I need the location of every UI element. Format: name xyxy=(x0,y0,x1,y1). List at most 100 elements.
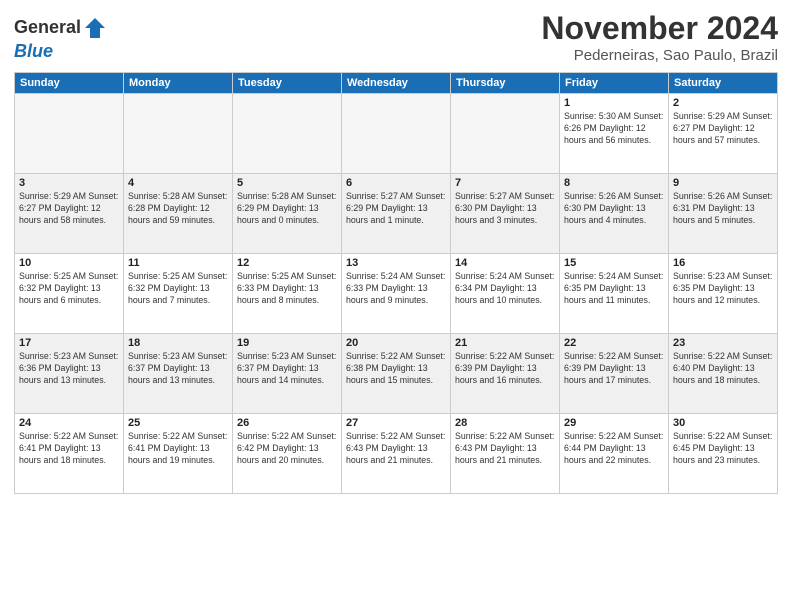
day-info: Sunrise: 5:23 AM Sunset: 6:37 PM Dayligh… xyxy=(237,351,337,387)
logo: General Blue xyxy=(14,14,109,62)
day-number: 5 xyxy=(237,177,337,189)
day-info: Sunrise: 5:22 AM Sunset: 6:43 PM Dayligh… xyxy=(346,431,446,467)
day-number: 8 xyxy=(564,177,664,189)
calendar-week-0: 1 Sunrise: 5:30 AM Sunset: 6:26 PM Daylig… xyxy=(15,94,778,174)
day-info: Sunrise: 5:22 AM Sunset: 6:43 PM Dayligh… xyxy=(455,431,555,467)
day-number: 27 xyxy=(346,417,446,429)
day-number: 6 xyxy=(346,177,446,189)
calendar-cell: 29Sunrise: 5:22 AM Sunset: 6:44 PM Dayli… xyxy=(560,414,669,494)
day-info: Sunrise: 5:22 AM Sunset: 6:39 PM Dayligh… xyxy=(455,351,555,387)
day-number: 3 xyxy=(19,177,119,189)
day-info: Sunrise: 5:23 AM Sunset: 6:37 PM Dayligh… xyxy=(128,351,228,387)
day-number: 23 xyxy=(673,337,773,349)
calendar-cell: 6 Sunrise: 5:27 AM Sunset: 6:29 PM Daylig… xyxy=(342,174,451,254)
day-number: 20 xyxy=(346,337,446,349)
day-info: Sunrise: 5:22 AM Sunset: 6:39 PM Dayligh… xyxy=(564,351,664,387)
calendar-cell: 15Sunrise: 5:24 AM Sunset: 6:35 PM Dayli… xyxy=(560,254,669,334)
day-number: 28 xyxy=(455,417,555,429)
day-number: 19 xyxy=(237,337,337,349)
day-number: 10 xyxy=(19,257,119,269)
location-title: Pederneiras, Sao Paulo, Brazil xyxy=(541,47,778,64)
calendar-cell: 17Sunrise: 5:23 AM Sunset: 6:36 PM Dayli… xyxy=(15,334,124,414)
day-info: Sunrise: 5:26 AM Sunset: 6:31 PM Dayligh… xyxy=(673,191,773,227)
day-number: 7 xyxy=(455,177,555,189)
calendar-cell xyxy=(233,94,342,174)
calendar-cell: 2 Sunrise: 5:29 AM Sunset: 6:27 PM Daylig… xyxy=(669,94,778,174)
day-info: Sunrise: 5:22 AM Sunset: 6:40 PM Dayligh… xyxy=(673,351,773,387)
day-info: Sunrise: 5:22 AM Sunset: 6:41 PM Dayligh… xyxy=(128,431,228,467)
day-number: 15 xyxy=(564,257,664,269)
day-number: 11 xyxy=(128,257,228,269)
calendar-cell: 16 Sunrise: 5:23 AM Sunset: 6:35 PM Dayli… xyxy=(669,254,778,334)
calendar-cell xyxy=(15,94,124,174)
day-info: Sunrise: 5:25 AM Sunset: 6:32 PM Dayligh… xyxy=(19,271,119,307)
logo-general: General xyxy=(14,18,81,38)
day-number: 17 xyxy=(19,337,119,349)
calendar-cell: 10 Sunrise: 5:25 AM Sunset: 6:32 PM Dayli… xyxy=(15,254,124,334)
day-info: Sunrise: 5:29 AM Sunset: 6:27 PM Dayligh… xyxy=(673,111,773,147)
calendar-cell: 3Sunrise: 5:29 AM Sunset: 6:27 PM Daylig… xyxy=(15,174,124,254)
day-info: Sunrise: 5:22 AM Sunset: 6:41 PM Dayligh… xyxy=(19,431,119,467)
day-number: 18 xyxy=(128,337,228,349)
logo-blue: Blue xyxy=(14,42,109,62)
day-info: Sunrise: 5:28 AM Sunset: 6:29 PM Dayligh… xyxy=(237,191,337,227)
calendar-cell: 4Sunrise: 5:28 AM Sunset: 6:28 PM Daylig… xyxy=(124,174,233,254)
day-number: 16 xyxy=(673,257,773,269)
calendar-cell: 14 Sunrise: 5:24 AM Sunset: 6:34 PM Dayli… xyxy=(451,254,560,334)
calendar-cell xyxy=(451,94,560,174)
day-number: 26 xyxy=(237,417,337,429)
col-tuesday: Tuesday xyxy=(233,73,342,94)
day-info: Sunrise: 5:22 AM Sunset: 6:42 PM Dayligh… xyxy=(237,431,337,467)
title-block: November 2024 Pederneiras, Sao Paulo, Br… xyxy=(541,10,778,64)
col-sunday: Sunday xyxy=(15,73,124,94)
col-monday: Monday xyxy=(124,73,233,94)
calendar-cell: 22 Sunrise: 5:22 AM Sunset: 6:39 PM Dayli… xyxy=(560,334,669,414)
calendar-cell xyxy=(124,94,233,174)
col-thursday: Thursday xyxy=(451,73,560,94)
col-wednesday: Wednesday xyxy=(342,73,451,94)
day-number: 12 xyxy=(237,257,337,269)
day-info: Sunrise: 5:25 AM Sunset: 6:32 PM Dayligh… xyxy=(128,271,228,307)
day-number: 30 xyxy=(673,417,773,429)
calendar-cell: 1 Sunrise: 5:30 AM Sunset: 6:26 PM Daylig… xyxy=(560,94,669,174)
day-number: 13 xyxy=(346,257,446,269)
calendar-cell: 26 Sunrise: 5:22 AM Sunset: 6:42 PM Dayli… xyxy=(233,414,342,494)
calendar-week-3: 17Sunrise: 5:23 AM Sunset: 6:36 PM Dayli… xyxy=(15,334,778,414)
page: General Blue November 2024 Pederneiras, … xyxy=(0,0,792,612)
calendar-cell: 24 Sunrise: 5:22 AM Sunset: 6:41 PM Dayli… xyxy=(15,414,124,494)
day-info: Sunrise: 5:22 AM Sunset: 6:44 PM Dayligh… xyxy=(564,431,664,467)
calendar-cell: 18 Sunrise: 5:23 AM Sunset: 6:37 PM Dayli… xyxy=(124,334,233,414)
day-info: Sunrise: 5:24 AM Sunset: 6:34 PM Dayligh… xyxy=(455,271,555,307)
calendar-cell: 27 Sunrise: 5:22 AM Sunset: 6:43 PM Dayli… xyxy=(342,414,451,494)
calendar-cell: 7 Sunrise: 5:27 AM Sunset: 6:30 PM Daylig… xyxy=(451,174,560,254)
calendar-cell: 23 Sunrise: 5:22 AM Sunset: 6:40 PM Dayli… xyxy=(669,334,778,414)
calendar-week-4: 24 Sunrise: 5:22 AM Sunset: 6:41 PM Dayli… xyxy=(15,414,778,494)
day-number: 14 xyxy=(455,257,555,269)
calendar-cell: 25 Sunrise: 5:22 AM Sunset: 6:41 PM Dayli… xyxy=(124,414,233,494)
calendar-cell: 30 Sunrise: 5:22 AM Sunset: 6:45 PM Dayli… xyxy=(669,414,778,494)
calendar-cell: 20Sunrise: 5:22 AM Sunset: 6:38 PM Dayli… xyxy=(342,334,451,414)
day-info: Sunrise: 5:30 AM Sunset: 6:26 PM Dayligh… xyxy=(564,111,664,147)
day-number: 2 xyxy=(673,97,773,109)
calendar-cell: 11 Sunrise: 5:25 AM Sunset: 6:32 PM Dayli… xyxy=(124,254,233,334)
day-info: Sunrise: 5:22 AM Sunset: 6:45 PM Dayligh… xyxy=(673,431,773,467)
day-info: Sunrise: 5:27 AM Sunset: 6:30 PM Dayligh… xyxy=(455,191,555,227)
calendar-week-2: 10 Sunrise: 5:25 AM Sunset: 6:32 PM Dayli… xyxy=(15,254,778,334)
calendar-cell: 9Sunrise: 5:26 AM Sunset: 6:31 PM Daylig… xyxy=(669,174,778,254)
day-number: 24 xyxy=(19,417,119,429)
day-number: 25 xyxy=(128,417,228,429)
day-info: Sunrise: 5:27 AM Sunset: 6:29 PM Dayligh… xyxy=(346,191,446,227)
calendar-cell: 5 Sunrise: 5:28 AM Sunset: 6:29 PM Daylig… xyxy=(233,174,342,254)
day-number: 1 xyxy=(564,97,664,109)
day-info: Sunrise: 5:24 AM Sunset: 6:33 PM Dayligh… xyxy=(346,271,446,307)
col-saturday: Saturday xyxy=(669,73,778,94)
calendar-cell: 12 Sunrise: 5:25 AM Sunset: 6:33 PM Dayli… xyxy=(233,254,342,334)
day-info: Sunrise: 5:23 AM Sunset: 6:35 PM Dayligh… xyxy=(673,271,773,307)
calendar-header: Sunday Monday Tuesday Wednesday Thursday… xyxy=(15,73,778,94)
logo-line1: General xyxy=(14,14,109,42)
calendar-cell: 28 Sunrise: 5:22 AM Sunset: 6:43 PM Dayli… xyxy=(451,414,560,494)
col-friday: Friday xyxy=(560,73,669,94)
day-info: Sunrise: 5:25 AM Sunset: 6:33 PM Dayligh… xyxy=(237,271,337,307)
calendar-cell: 19 Sunrise: 5:23 AM Sunset: 6:37 PM Dayli… xyxy=(233,334,342,414)
day-number: 22 xyxy=(564,337,664,349)
